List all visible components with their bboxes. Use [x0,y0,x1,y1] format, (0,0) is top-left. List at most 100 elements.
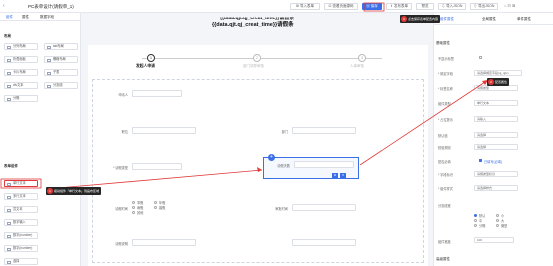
form-canvas[interactable]: 1 发起人申请 2 部门领导审核 3 人事审核 申请人 职位 部门 * 请假类型… [88,45,428,266]
window-controls[interactable]: ⌂ ⊟ ⊠ [504,3,515,8]
radio-option[interactable] [132,201,135,204]
component-icon [7,247,11,251]
preview-button[interactable]: 预览 [416,3,434,10]
radio-mini[interactable] [496,224,499,227]
export-json-button[interactable]: ⇧ 导出JSON [470,3,498,10]
component-icon [7,208,11,212]
prop-label: 组件类型 [438,102,451,106]
save-button[interactable]: ▣ 保存 [362,3,382,10]
radio-option[interactable] [154,201,157,204]
advanced-props-title: 高级属性 [436,257,450,261]
leave-type-input[interactable] [132,163,182,170]
form-component-item[interactable]: 多行文本 [4,193,38,200]
leave-reason-radios[interactable]: 事假 年假 病假 婚假 其他 [132,200,172,216]
prop-label: * 字段标识 [438,173,453,177]
form-component-item[interactable]: 数字(number) [4,232,38,239]
component-icon [7,84,11,88]
size-radio-group[interactable]: 默认 小 中 大 分隔 微型 [474,213,524,231]
prop-input[interactable]: 请选择绑定字段(qj_qjlx) [474,70,522,76]
publish-button[interactable]: ⇪ 发布表单 [386,3,412,10]
required-value: 已填写(必填) [484,159,503,164]
layout-component-item[interactable]: 折叠面板 [4,56,38,63]
form-component-item[interactable]: 选择 [4,258,38,265]
component-icon [47,45,51,49]
import-form-button[interactable]: ⊞ 导入表单 [290,3,320,10]
prop-input[interactable]: 请选择 [474,132,518,138]
component-icon [47,58,51,62]
prop-label: 分割线宽 [438,204,451,208]
leave-days-input[interactable] [294,161,354,168]
layout-component-item[interactable]: div文本 [4,82,38,89]
component-icon [7,234,11,238]
leave-time-label: 请假时间 [115,207,128,211]
step-1-label: 发起人申请 [136,64,155,68]
delete-icon[interactable]: ✕ [340,173,346,178]
radio-option[interactable] [132,206,135,209]
tab-components[interactable]: 组件 [6,15,13,20]
prop-input[interactable]: 单行文本 [474,100,518,106]
layout-component-item[interactable]: 卡片布局 [4,69,38,76]
component-icon [7,97,11,101]
position-input[interactable] [132,127,196,134]
form-component-item[interactable]: 单行文本 [4,180,38,187]
page-title: PC表单设计(请假单_1) [28,3,74,9]
step-2-label: 部门领导审核 [243,64,264,68]
form-component-item[interactable]: 数字输入 [4,219,38,226]
component-panel: 组件 属性 数据字段 布局 分列布局 tab布局 折叠面板 栅格布局 卡片布局 子表 div… [0,13,81,266]
hide-label-checkbox[interactable] [479,56,482,59]
extra-input[interactable] [292,239,356,246]
tab-properties[interactable]: 属性 [22,15,29,20]
prop-label: 不显示标签 [438,57,454,61]
radio-divider[interactable] [474,224,477,227]
component-icon [47,71,51,75]
tab-global-props[interactable]: 全局属性 [482,17,496,22]
radio-option[interactable] [154,206,157,209]
layout-component-item[interactable]: 分割线 [44,82,78,89]
form-section-title: 表单组件 [4,164,18,168]
view-source-button[interactable]: ⊡ 查看页面源码 [324,3,358,10]
component-icon [7,45,11,49]
prop-input[interactable]: 请选择 [474,144,518,150]
component-icon [7,260,11,264]
prop-input[interactable]: 请输入 [474,116,518,122]
department-input[interactable] [292,127,356,134]
applicant-input[interactable] [132,90,182,97]
tab-data-fields[interactable]: 数据字段 [40,15,54,20]
step-1-circle: 1 [147,54,155,62]
radio-medium[interactable] [474,219,477,222]
tab-single-props[interactable]: 单件属性 [517,17,531,22]
layout-component-item[interactable]: 分隔 [4,95,38,102]
layout-component-item[interactable]: 栅格布局 [44,56,78,63]
dropped-text-field[interactable]: 请假天数 ⧉ ✕ [263,157,359,179]
tab-component-props[interactable]: 组件属性 [440,17,454,22]
prop-input[interactable]: 请选择样式 [474,185,518,191]
radio-large[interactable] [496,219,499,222]
prop-label: 默认值 [438,134,448,138]
approval-time-input[interactable] [292,204,356,211]
required-label: 是否必填 [438,160,451,164]
prop-input[interactable]: 请假类型标识 [474,171,518,177]
add-icon[interactable]: + [268,154,275,161]
form-drop-area[interactable] [92,79,424,263]
layout-component-item[interactable]: 子表 [44,69,78,76]
basic-props-title: 基础属性 [436,41,450,45]
layout-component-item[interactable]: tab布局 [44,43,78,50]
radio-option[interactable] [132,211,135,214]
component-icon [7,71,11,75]
left-tabs: 组件 属性 数据字段 [0,13,81,21]
radio-default[interactable] [474,214,477,217]
radio-small[interactable] [496,214,499,217]
required-checkbox[interactable] [479,159,482,162]
description-input[interactable] [132,239,196,246]
leave-type-label: * 请假类型 [113,166,128,170]
form-component-item[interactable]: 数字(number) [4,245,38,252]
import-json-button[interactable]: ⇩ 导入JSON [438,3,466,10]
copy-icon[interactable]: ⧉ [332,173,338,178]
layout-component-item[interactable]: 分列布局 [4,43,38,50]
step-line [142,58,382,59]
form-component-item[interactable]: 富文本 [4,206,38,213]
component-icon [47,84,51,88]
right-tabs: 组件属性 全局属性 单件属性 [434,13,553,25]
width-input[interactable]: 100 [474,237,514,243]
back-icon[interactable]: ‹ [3,3,5,9]
